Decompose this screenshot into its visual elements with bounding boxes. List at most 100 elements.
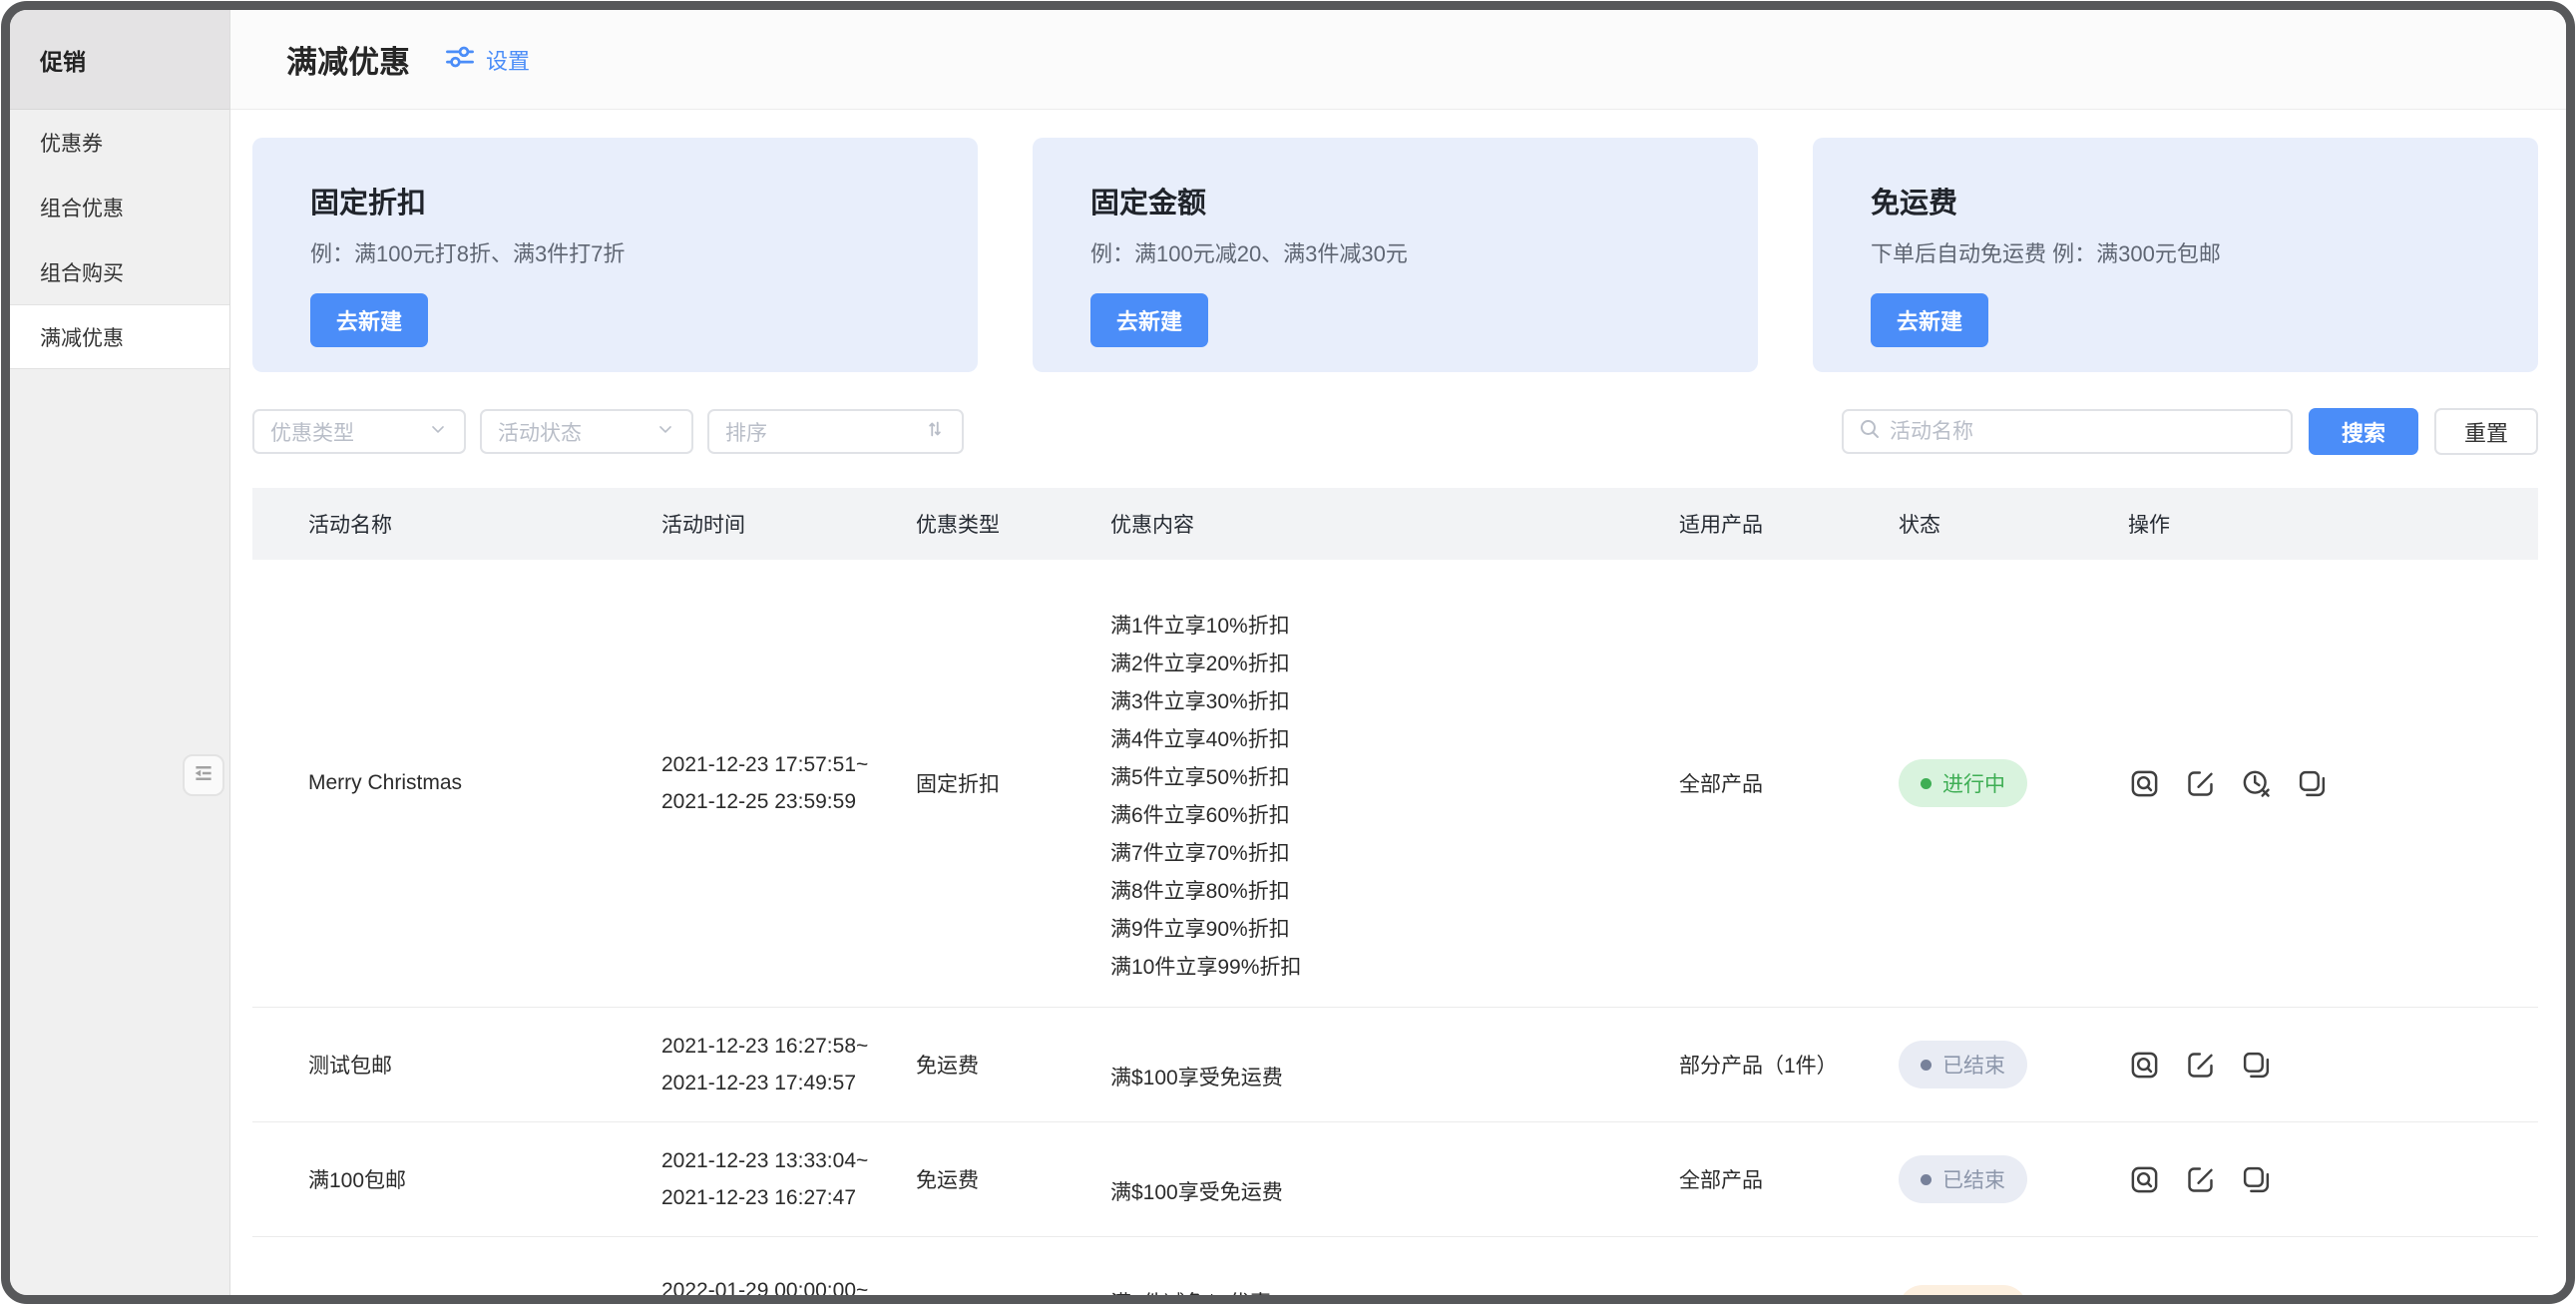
discount-content-line: 满1件减免$5优惠: [1110, 1285, 1621, 1304]
activity-name-cell: demo: [252, 1297, 632, 1304]
time-end: 2021-12-23 16:27:47: [661, 1179, 886, 1216]
view-action-icon[interactable]: [2128, 1293, 2160, 1304]
discount-content-line: 满$100享受免运费: [1110, 1060, 1621, 1097]
applicable-products-cell: 全部产品: [1649, 1294, 1869, 1304]
activity-name-search[interactable]: [1842, 409, 2293, 454]
activity-status-select[interactable]: 活动状态: [480, 409, 693, 454]
card-fixed-amount: 固定金额 例：满100元减20、满3件减30元 去新建: [1033, 138, 1758, 372]
sidebar-collapse-button[interactable]: [183, 754, 224, 796]
select-placeholder: 优惠类型: [270, 417, 354, 447]
sidebar-item-combo-discount[interactable]: 组合优惠: [10, 175, 229, 239]
discount-content-line: 满7件立享70%折扣: [1110, 835, 1621, 873]
row-actions: [2098, 767, 2538, 799]
status-dot: [1921, 1174, 1932, 1185]
discount-content-line: 满5件立享50%折扣: [1110, 759, 1621, 797]
edit-action-icon[interactable]: [2184, 1049, 2216, 1081]
delete-action-icon[interactable]: [2240, 1293, 2272, 1304]
discount-type-cell: 免运费: [886, 1050, 1080, 1080]
edit-action-icon[interactable]: [2184, 1293, 2216, 1304]
edit-action-icon[interactable]: [2184, 767, 2216, 799]
search-input[interactable]: [1890, 420, 2277, 444]
copy-action-icon[interactable]: [2240, 1049, 2272, 1081]
status-cell: 未开始: [1869, 1285, 2098, 1304]
select-placeholder: 活动状态: [498, 417, 582, 447]
applicable-products-cell: 部分产品（1件）: [1649, 1050, 1869, 1080]
discount-type-cell: 固定折扣: [886, 768, 1080, 798]
discount-content-cell: 满1件减免$5优惠满1件减免$2优惠: [1080, 1257, 1649, 1304]
table-row: 满100包邮 2021-12-23 13:33:04~ 2021-12-23 1…: [252, 1122, 2538, 1237]
card-title: 固定金额: [1090, 180, 1700, 221]
time-start: 2021-12-23 16:27:58~: [661, 1028, 886, 1065]
status-label: 进行中: [1942, 768, 2005, 798]
view-action-icon[interactable]: [2128, 767, 2160, 799]
main-panel: 满减优惠 设置: [230, 10, 2566, 1295]
discount-content-cell: 满$100享受免运费: [1080, 1146, 1649, 1212]
activity-name-cell: Merry Christmas: [252, 771, 632, 795]
create-free-shipping-button[interactable]: 去新建: [1871, 293, 1988, 347]
activity-time-cell: 2022-01-29 00:00:00~ 2022-01-30 00:00:00: [632, 1272, 886, 1304]
status-badge: 未开始: [1899, 1285, 2027, 1304]
collapse-sidebar-icon: [191, 760, 216, 791]
status-cell: 已结束: [1869, 1041, 2098, 1088]
sidebar-item-coupon[interactable]: 优惠券: [10, 110, 229, 175]
discount-content-line: 满6件立享60%折扣: [1110, 797, 1621, 835]
settings-link[interactable]: 设置: [444, 41, 530, 78]
search-button[interactable]: 搜索: [2309, 408, 2418, 455]
card-title: 固定折扣: [310, 180, 920, 221]
view-action-icon[interactable]: [2128, 1163, 2160, 1195]
col-discount-type: 优惠类型: [886, 509, 1080, 539]
copy-action-icon[interactable]: [2240, 1163, 2272, 1195]
activity-time-cell: 2021-12-23 16:27:58~ 2021-12-23 17:49:57: [632, 1028, 886, 1101]
create-fixed-discount-button[interactable]: 去新建: [310, 293, 428, 347]
end-action-icon[interactable]: [2240, 767, 2272, 799]
activity-time-cell: 2021-12-23 13:33:04~ 2021-12-23 16:27:47: [632, 1142, 886, 1216]
filter-bar: 优惠类型 活动状态 排序: [252, 408, 2538, 455]
sort-select[interactable]: 排序: [707, 409, 964, 454]
create-fixed-amount-button[interactable]: 去新建: [1090, 293, 1208, 347]
time-start: 2021-12-23 17:57:51~: [661, 746, 886, 783]
page-content: 固定折扣 例：满100元打8折、满3件打7折 去新建 固定金额 例：满100元减…: [230, 110, 2566, 1304]
sidebar: 促销 优惠券 组合优惠 组合购买 满减优惠: [10, 10, 230, 1295]
select-placeholder: 排序: [725, 417, 767, 447]
activity-time-cell: 2021-12-23 17:57:51~ 2021-12-25 23:59:59: [632, 746, 886, 820]
chevron-down-icon: [655, 419, 675, 444]
status-cell: 进行中: [1869, 759, 2098, 807]
status-label: 已结束: [1942, 1050, 2005, 1080]
chevron-down-icon: [428, 419, 448, 444]
card-description: 下单后自动免运费 例：满300元包邮: [1871, 236, 2480, 268]
status-badge: 进行中: [1899, 759, 2027, 807]
discount-type-cell: 免运费: [886, 1164, 1080, 1194]
row-actions: [2098, 1293, 2538, 1304]
sidebar-item-label: 组合购买: [40, 257, 124, 287]
app-window: 促销 优惠券 组合优惠 组合购买 满减优惠 满减优惠: [1, 1, 2575, 1304]
time-end: 2021-12-25 23:59:59: [661, 783, 886, 820]
row-actions: [2098, 1163, 2538, 1195]
discount-type-select[interactable]: 优惠类型: [252, 409, 466, 454]
sidebar-item-combo-purchase[interactable]: 组合购买: [10, 239, 229, 304]
status-dot: [1921, 1060, 1932, 1071]
discount-content-line: 满3件立享30%折扣: [1110, 683, 1621, 721]
table-row: Merry Christmas 2021-12-23 17:57:51~ 202…: [252, 560, 2538, 1008]
col-actions: 操作: [2098, 509, 2538, 539]
view-action-icon[interactable]: [2128, 1049, 2160, 1081]
discount-content-cell: 满1件立享10%折扣满2件立享20%折扣满3件立享30%折扣满4件立享40%折扣…: [1080, 580, 1649, 987]
row-actions: [2098, 1049, 2538, 1081]
col-applicable-products: 适用产品: [1649, 509, 1869, 539]
sidebar-item-full-reduction[interactable]: 满减优惠: [10, 304, 229, 369]
status-label: 未开始: [1942, 1294, 2005, 1304]
reset-button[interactable]: 重置: [2434, 408, 2538, 455]
col-status: 状态: [1869, 509, 2098, 539]
discount-content-line: 满4件立享40%折扣: [1110, 721, 1621, 759]
promo-cards: 固定折扣 例：满100元打8折、满3件打7折 去新建 固定金额 例：满100元减…: [252, 138, 2538, 372]
copy-action-icon[interactable]: [2296, 767, 2328, 799]
status-label: 已结束: [1942, 1164, 2005, 1194]
card-description: 例：满100元打8折、满3件打7折: [310, 236, 920, 268]
time-end: 2021-12-23 17:49:57: [661, 1065, 886, 1101]
table-row: demo 2022-01-29 00:00:00~ 2022-01-30 00:…: [252, 1237, 2538, 1304]
promotions-table: 活动名称 活动时间 优惠类型 优惠内容 适用产品 状态 操作 Merry Chr…: [252, 488, 2538, 1304]
col-discount-content: 优惠内容: [1080, 509, 1649, 539]
discount-content-cell: 满$100享受免运费: [1080, 1032, 1649, 1097]
edit-action-icon[interactable]: [2184, 1163, 2216, 1195]
copy-action-icon[interactable]: [2296, 1293, 2328, 1304]
activity-name-cell: 测试包邮: [252, 1050, 632, 1080]
